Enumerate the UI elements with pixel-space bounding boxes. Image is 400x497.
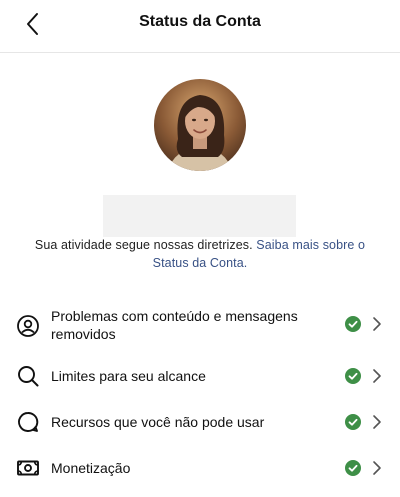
username-placeholder: [103, 195, 296, 237]
list-item-label: Problemas com conteúdo e mensagens remov…: [51, 308, 298, 342]
list-item-reach-limits[interactable]: Limites para seu alcance: [0, 362, 400, 390]
speech-bubble-icon: [18, 412, 39, 432]
list-item-label: Recursos que você não pode usar: [51, 414, 265, 430]
check-circle-icon: [345, 368, 361, 384]
check-circle-icon: [345, 316, 361, 332]
chevron-right-icon: [373, 415, 381, 429]
page-title: Status da Conta: [139, 13, 261, 30]
list-item-removed-content[interactable]: Problemas com conteúdo e mensagens remov…: [0, 304, 400, 348]
check-circle-icon: [345, 414, 361, 430]
status-text: Sua atividade segue nossas diretrizes.: [34, 238, 257, 252]
chevron-right-icon: [373, 461, 381, 475]
list-item-label: Limites para seu alcance: [51, 368, 206, 384]
check-circle-icon: [345, 460, 361, 476]
list-item-label: Monetização: [51, 460, 131, 476]
list-item-monetization[interactable]: Monetização: [0, 454, 400, 482]
status-description: Sua atividade segue nossas diretrizes. S…: [18, 236, 382, 272]
search-icon: [18, 366, 39, 387]
profile-avatar: [154, 79, 246, 171]
user-circle-icon: [17, 315, 39, 337]
chevron-right-icon: [373, 317, 381, 331]
banknote-icon: [17, 460, 39, 476]
chevron-right-icon: [373, 369, 381, 383]
list-item-restricted-features[interactable]: Recursos que você não pode usar: [0, 408, 400, 436]
top-bar: Status da Conta: [0, 0, 400, 53]
